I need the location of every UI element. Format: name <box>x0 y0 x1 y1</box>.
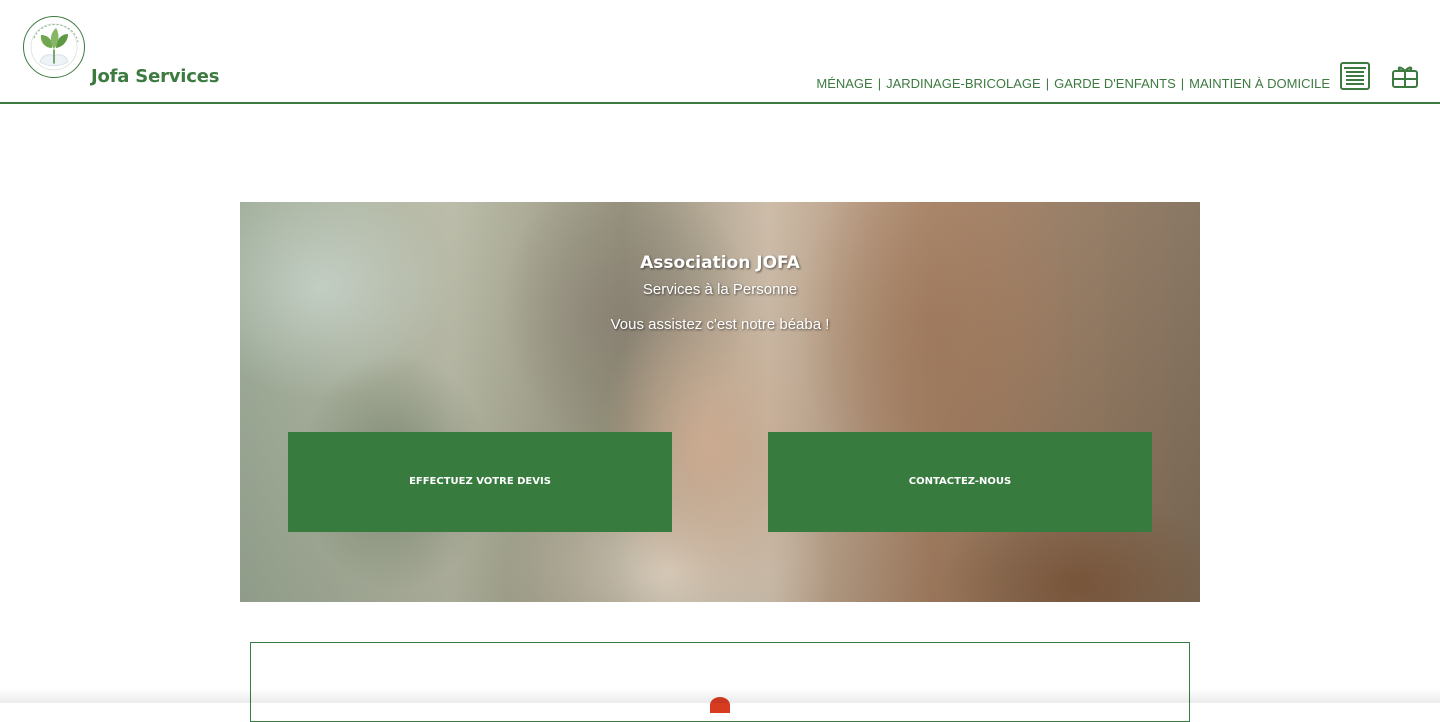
main-navigation: MÉNAGE | JARDINAGE-BRICOLAGE | GARDE D'E… <box>816 75 1330 92</box>
site-title[interactable]: Jofa Services <box>91 66 219 88</box>
contact-button[interactable]: CONTACTEZ-NOUS <box>768 432 1152 532</box>
nav-menage-link[interactable]: MÉNAGE <box>816 75 872 92</box>
nav-jardinage-bricolage-link[interactable]: JARDINAGE-BRICOLAGE <box>886 75 1041 92</box>
nav-maintien-domicile-link[interactable]: MAINTIEN À DOMICILE <box>1189 75 1330 92</box>
spreadsheet-icon[interactable] <box>1339 62 1371 92</box>
hero-text: Association JOFA Services à la Personne … <box>240 252 1200 335</box>
nav-separator: | <box>877 76 882 91</box>
hero-tagline: Vous assistez c'est notre béaba ! <box>610 316 830 333</box>
nav-garde-enfants-link[interactable]: GARDE D'ENFANTS <box>1054 75 1176 92</box>
gift-card-icon[interactable] <box>1389 62 1421 92</box>
site-header: Jofa Services MÉNAGE | JARDINAGE-BRICOLA… <box>0 0 1440 104</box>
hero-banner: Association JOFA Services à la Personne … <box>240 202 1200 602</box>
red-badge-icon <box>710 697 730 713</box>
content-card <box>250 642 1190 722</box>
leaf-logo-icon[interactable] <box>22 15 86 79</box>
nav-separator: | <box>1180 76 1185 91</box>
hero-title: Association JOFA <box>640 253 800 273</box>
hero-subtitle: Services à la Personne <box>642 281 798 298</box>
quote-button[interactable]: EFFECTUEZ VOTRE DEVIS <box>288 432 672 532</box>
nav-separator: | <box>1045 76 1050 91</box>
